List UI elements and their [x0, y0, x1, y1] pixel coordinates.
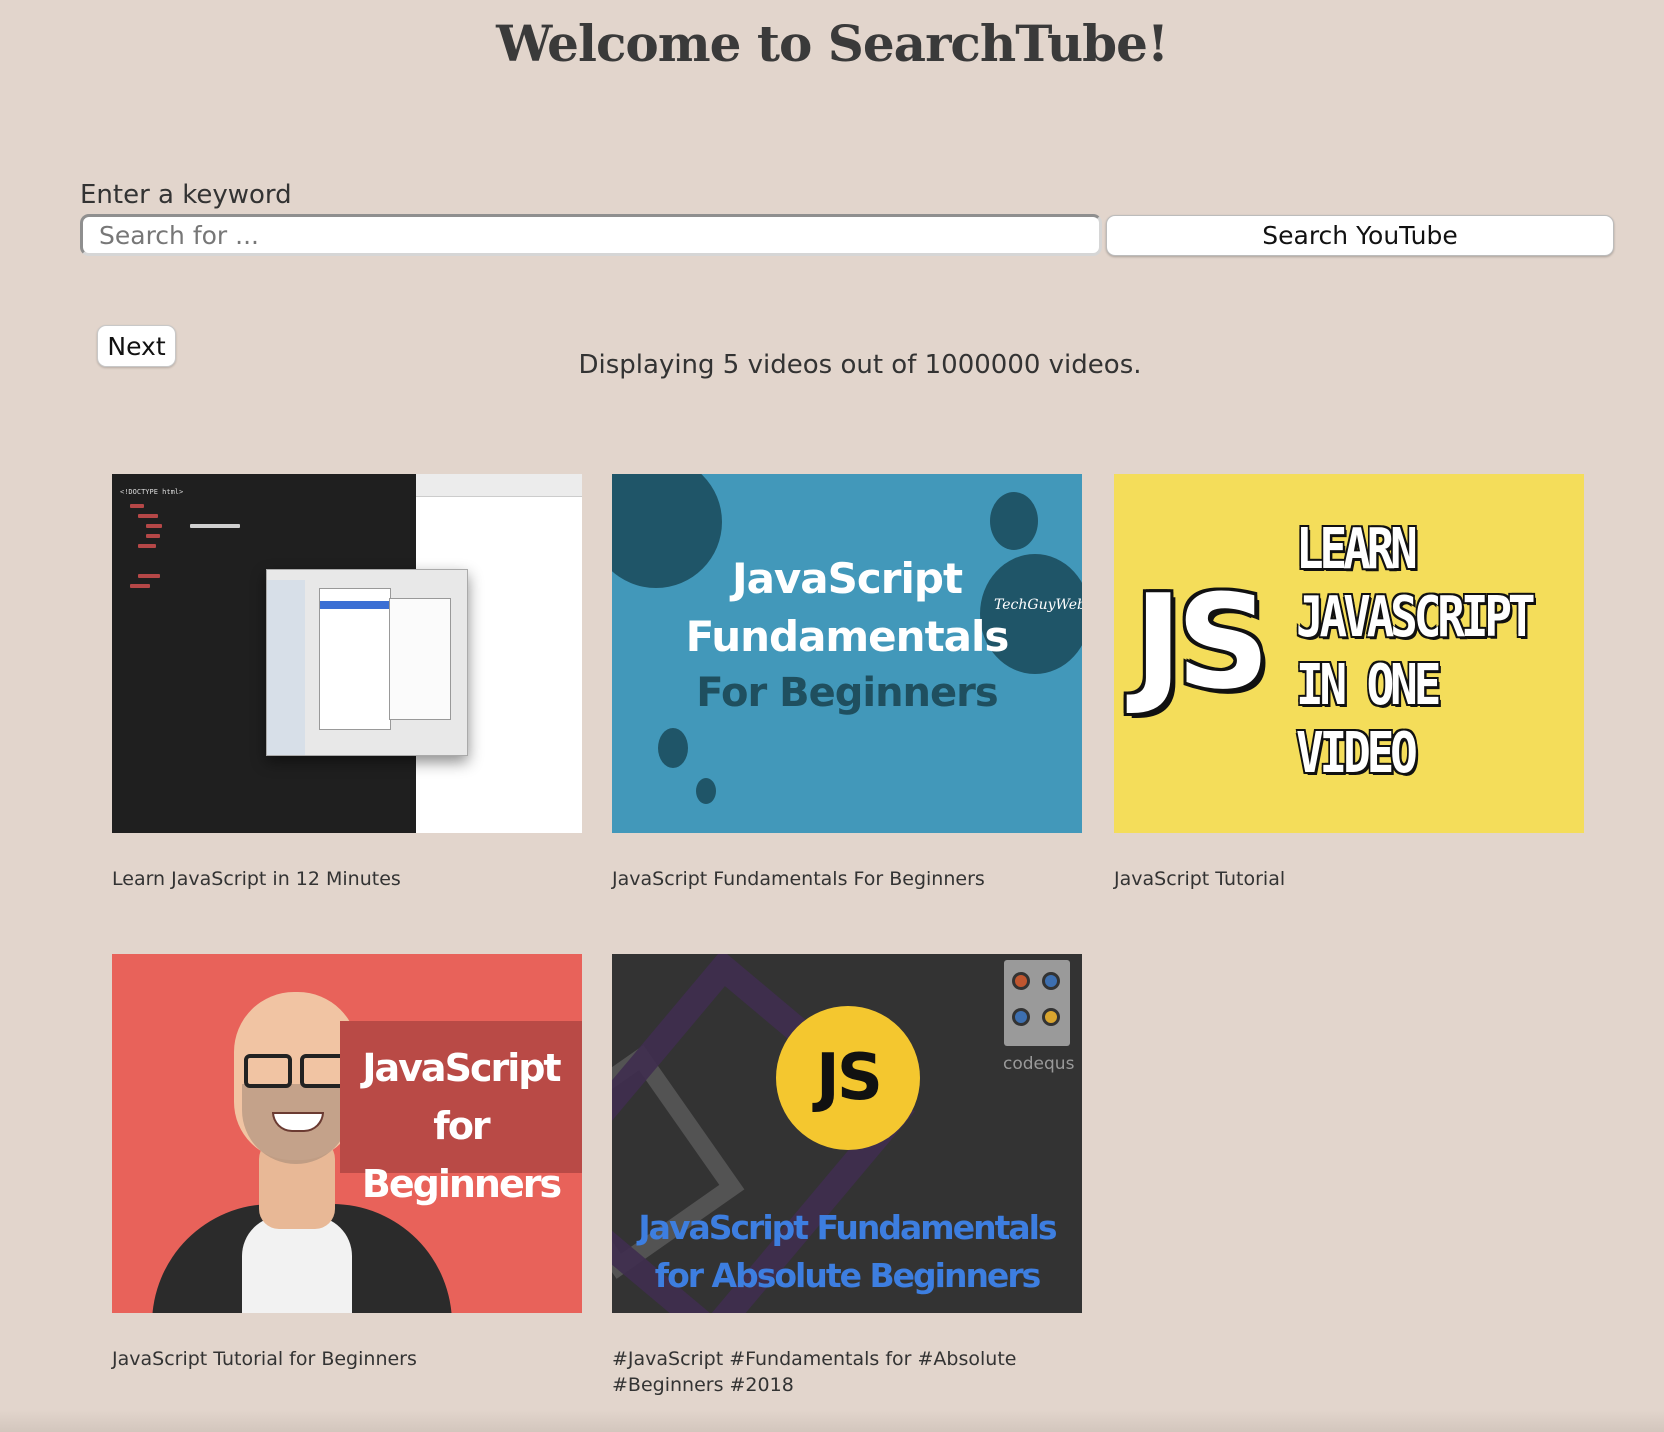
code-text: <!DOCTYPE html> [120, 488, 184, 496]
page-title: Welcome to SearchTube! [496, 14, 1169, 73]
thumbnail-text: JavaScript for [362, 1046, 561, 1148]
thumbnail-text: Beginners [361, 1162, 562, 1206]
video-title[interactable]: Learn JavaScript in 12 Minutes [112, 866, 582, 892]
video-title[interactable]: #JavaScript #Fundamentals for #Absolute … [612, 1346, 1082, 1398]
thumbnail-text: For Beginners [696, 670, 998, 716]
video-title[interactable]: JavaScript Tutorial for Beginners [112, 1346, 582, 1372]
search-input[interactable] [80, 214, 1102, 256]
search-youtube-button[interactable]: Search YouTube [1106, 215, 1614, 256]
thumbnail-text: LEARN [1296, 517, 1418, 582]
thumbnail-text-stack: LEARN JAVASCRIPT IN ONE VIDEO [1296, 516, 1583, 788]
results-summary: Displaying 5 videos out of 1000000 video… [578, 350, 1142, 380]
js-logo: JS [1134, 566, 1270, 718]
thumbnail-text: VIDEO [1296, 721, 1418, 786]
codequs-logo-icon [1004, 960, 1070, 1046]
video-card[interactable]: JS codequs JavaScript Fundamentals for A… [612, 954, 1082, 1396]
js-logo: JS [776, 1006, 920, 1150]
browser-bar [416, 474, 582, 497]
decor-circle [990, 492, 1038, 550]
person-shirt [242, 1216, 352, 1313]
thumbnail-text: JavaScript [731, 554, 963, 603]
video-thumbnail[interactable]: JavaScript for Beginners [112, 954, 582, 1313]
glasses-icon [244, 1054, 292, 1088]
brand-text: TechGuyWeb [994, 597, 1082, 613]
thumbnail-text: JavaScript Fundamentals [638, 1208, 1057, 1247]
video-thumbnail[interactable]: JS codequs JavaScript Fundamentals for A… [612, 954, 1082, 1313]
decor-circle [696, 778, 716, 804]
video-thumbnail[interactable]: JavaScript Fundamentals For Beginners Te… [612, 474, 1082, 833]
video-card[interactable]: JavaScript for Beginners JavaScript Tuto… [112, 954, 582, 1370]
keyword-label: Enter a keyword [80, 180, 292, 210]
video-card[interactable]: JavaScript Fundamentals For Beginners Te… [612, 474, 1082, 890]
video-card[interactable]: JS LEARN JAVASCRIPT IN ONE VIDEO JavaScr… [1114, 474, 1584, 890]
video-title[interactable]: JavaScript Fundamentals For Beginners [612, 866, 1082, 892]
video-thumbnail[interactable]: <!DOCTYPE html> [112, 474, 582, 833]
thumbnail-text: Fundamentals [685, 612, 1010, 661]
dialog-window [266, 569, 468, 756]
page-bottom-edge [0, 1410, 1664, 1432]
thumbnail-banner: JavaScript for Beginners [340, 1021, 582, 1206]
video-thumbnail[interactable]: JS LEARN JAVASCRIPT IN ONE VIDEO [1114, 474, 1584, 833]
decor-circle [658, 728, 688, 768]
thumbnail-text: IN ONE [1296, 653, 1441, 718]
thumbnail-text: for Absolute Beginners [654, 1256, 1041, 1295]
video-card[interactable]: <!DOCTYPE html> Learn JavaScript in 12 M… [112, 474, 582, 890]
thumbnail-text: JAVASCRIPT [1296, 585, 1536, 650]
brand-text: codequs [1003, 1054, 1075, 1074]
video-title[interactable]: JavaScript Tutorial [1114, 866, 1584, 892]
